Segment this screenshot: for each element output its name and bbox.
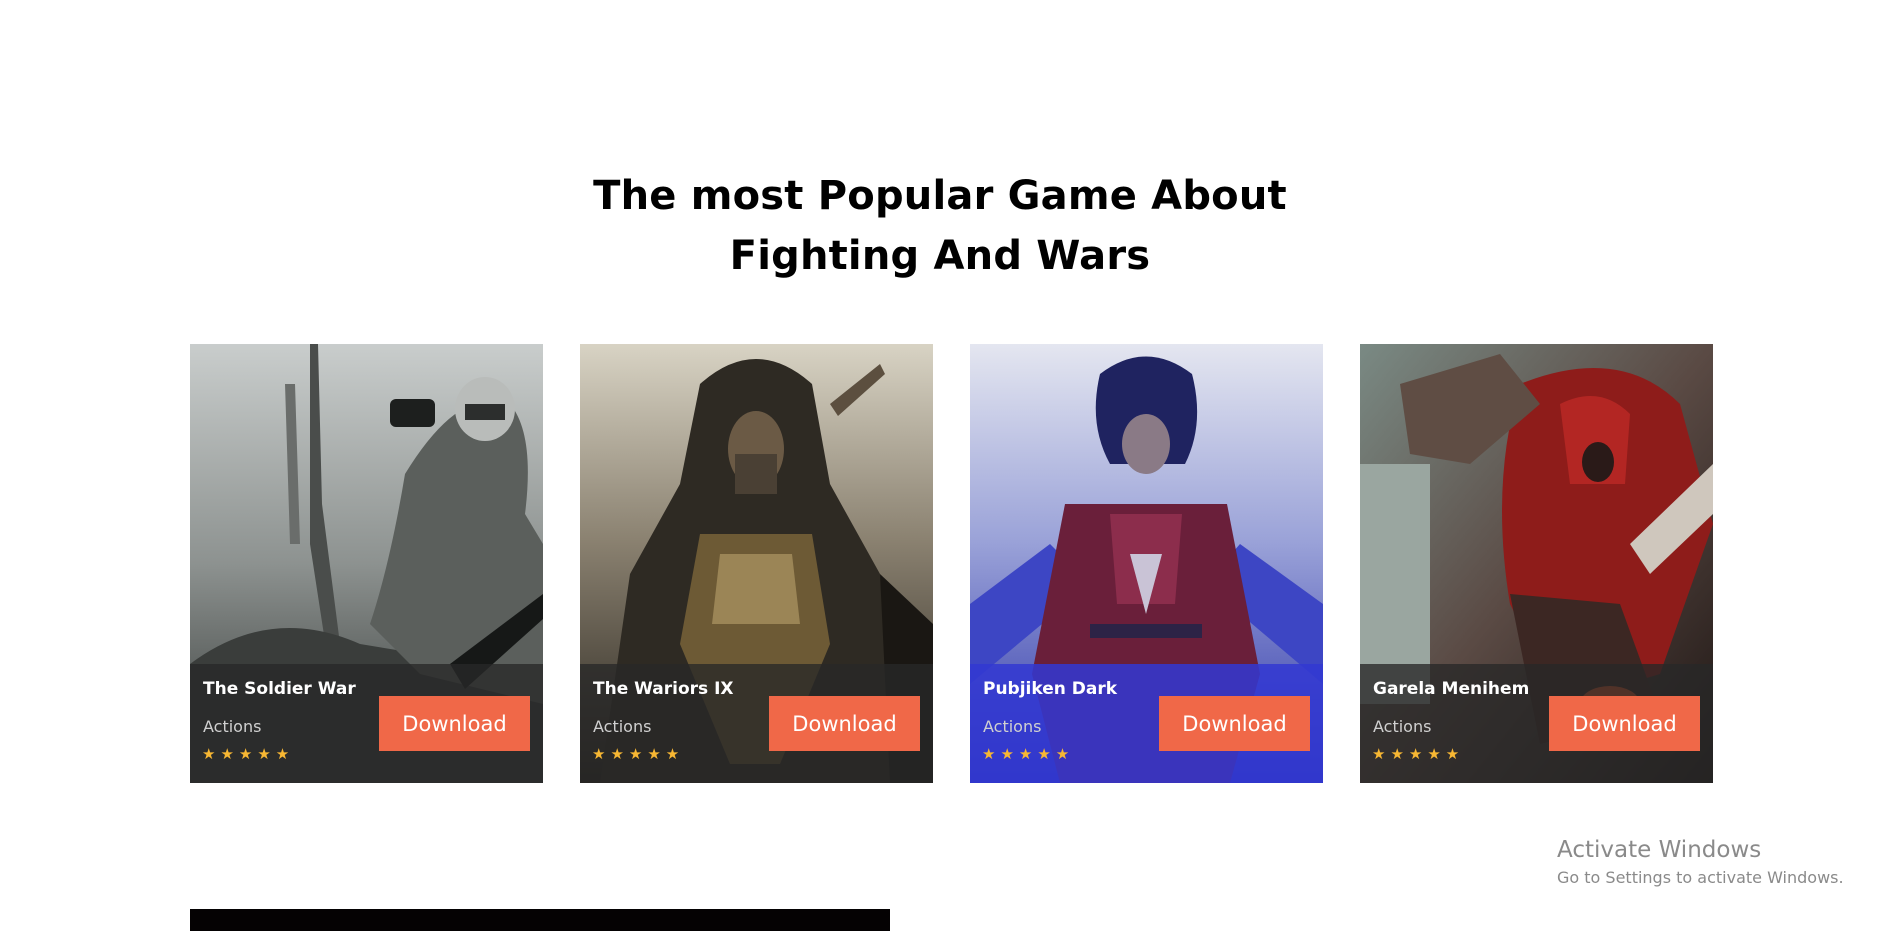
windows-activation-watermark: Activate Windows Go to Settings to activ… xyxy=(1557,835,1844,889)
star-rating-icon: ★★★★★ xyxy=(592,745,685,763)
watermark-subtitle: Go to Settings to activate Windows. xyxy=(1557,868,1844,887)
download-button[interactable]: Download xyxy=(769,696,920,751)
game-genre: Actions xyxy=(983,717,1042,736)
game-card[interactable]: The Wariors IX Actions ★★★★★ Download xyxy=(580,344,933,783)
star-rating-icon: ★★★★★ xyxy=(202,745,295,763)
star-rating-icon: ★★★★★ xyxy=(982,745,1075,763)
download-button[interactable]: Download xyxy=(379,696,530,751)
game-genre: Actions xyxy=(203,717,262,736)
game-card[interactable]: The Soldier War Actions ★★★★★ Download xyxy=(190,344,543,783)
game-title: The Soldier War xyxy=(203,679,356,699)
game-title: The Wariors IX xyxy=(593,679,734,699)
game-title: Pubjiken Dark xyxy=(983,679,1118,699)
section-title-line2: Fighting And Wars xyxy=(729,233,1151,279)
game-card[interactable]: Pubjiken Dark Actions ★★★★★ Download xyxy=(970,344,1323,783)
section-title: The most Popular Game About Fighting And… xyxy=(0,166,1880,286)
game-card-list: The Soldier War Actions ★★★★★ Download T… xyxy=(190,344,1713,783)
game-genre: Actions xyxy=(593,717,652,736)
game-card[interactable]: Garela Menihem Actions ★★★★★ Download xyxy=(1360,344,1713,783)
section-title-line1: The most Popular Game About xyxy=(593,173,1287,219)
star-rating-icon: ★★★★★ xyxy=(1372,745,1465,763)
download-button[interactable]: Download xyxy=(1549,696,1700,751)
game-title: Garela Menihem xyxy=(1373,679,1530,699)
watermark-title: Activate Windows xyxy=(1557,837,1762,863)
download-button[interactable]: Download xyxy=(1159,696,1310,751)
next-section-banner-image xyxy=(190,909,890,931)
game-genre: Actions xyxy=(1373,717,1432,736)
